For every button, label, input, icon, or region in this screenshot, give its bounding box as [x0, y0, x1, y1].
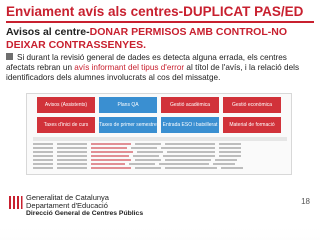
- table-row: [33, 166, 287, 169]
- footer-line-3: Direcció General de Centres Públics: [26, 210, 144, 217]
- bullet-paragraph: Si durant la revisió general de dades es…: [6, 53, 312, 83]
- title-underline: [6, 21, 314, 23]
- tile-entrada-eso[interactable]: Entrada ESO i batxillerat: [161, 117, 219, 133]
- data-table: [33, 137, 287, 173]
- tile-taxes-primer[interactable]: Taxes de primer semestre: [99, 117, 157, 133]
- tile-material-formacio[interactable]: Material de formació: [223, 117, 281, 133]
- table-header: [33, 137, 287, 141]
- embedded-screenshot: Avisos (Assistents) Plans QA Gestió acad…: [26, 93, 292, 175]
- bullet-text-highlight: avís informant del tipus d'error: [74, 63, 185, 72]
- table-row: [33, 154, 287, 157]
- bottom-edge: [0, 228, 320, 240]
- page-number: 18: [301, 197, 310, 206]
- tile-grid: Avisos (Assistents) Plans QA Gestió acad…: [33, 97, 287, 134]
- table-row: [33, 158, 287, 161]
- tile-plans-qa[interactable]: Plans QA: [99, 97, 157, 113]
- tile-taxes-inici[interactable]: Taxes d'inici de curs: [37, 117, 95, 133]
- table-row: [33, 150, 287, 153]
- tile-gestio-economica[interactable]: Gestió econòmica: [223, 97, 281, 113]
- slide-subtitle: Avisos al centre-DONAR PERMISOS AMB CONT…: [6, 26, 314, 51]
- footer-line-2: Departament d'Educació: [26, 201, 108, 210]
- table-row: [33, 146, 287, 149]
- table-row: [33, 142, 287, 145]
- slide-title: Enviament avís als centres-DUPLICAT PAS/…: [6, 4, 304, 19]
- tile-gestio-academica[interactable]: Gestió acadèmica: [161, 97, 219, 113]
- square-bullet-icon: [6, 53, 13, 60]
- tile-avisos[interactable]: Avisos (Assistents): [37, 97, 95, 113]
- generalitat-logo-icon: [8, 195, 23, 210]
- subtitle-dark-part: Avisos al centre-: [6, 26, 90, 38]
- table-row: [33, 162, 287, 165]
- footer-organization: Generalitat de Catalunya Departament d'E…: [26, 194, 143, 218]
